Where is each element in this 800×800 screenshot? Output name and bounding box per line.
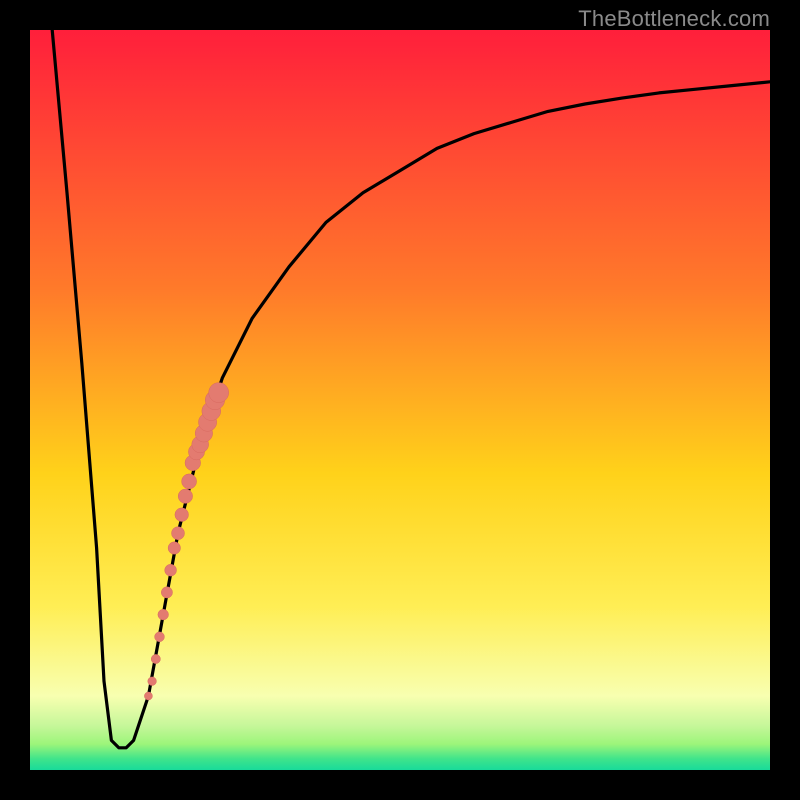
highlight-dot xyxy=(144,692,152,700)
highlight-dot xyxy=(161,587,172,598)
plot-area xyxy=(30,30,770,770)
highlight-dot xyxy=(168,542,180,554)
highlight-dot xyxy=(158,609,169,620)
chart-container: TheBottleneck.com xyxy=(0,0,800,800)
gradient-background xyxy=(30,30,770,770)
highlight-dot xyxy=(165,564,177,576)
chart-svg xyxy=(30,30,770,770)
highlight-dot xyxy=(175,508,189,522)
highlight-dot xyxy=(151,654,160,663)
highlight-dot xyxy=(178,489,192,503)
highlight-dot xyxy=(172,527,185,540)
watermark-text: TheBottleneck.com xyxy=(578,6,770,32)
highlight-dot xyxy=(148,677,157,686)
highlight-dot xyxy=(182,474,197,489)
highlight-dot xyxy=(209,383,229,403)
highlight-dot xyxy=(155,632,165,642)
